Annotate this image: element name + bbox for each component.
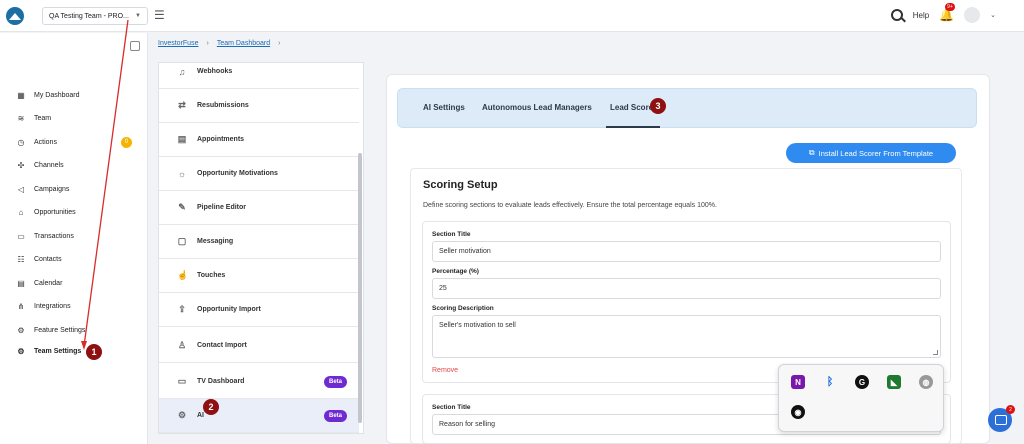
install-template-button[interactable]: ⧉ Install Lead Scorer From Template [786, 143, 956, 163]
settings-scrollbar[interactable] [358, 153, 362, 423]
settings-item-messaging[interactable]: ▢ Messaging [159, 225, 359, 259]
home-icon: ⌂ [18, 207, 24, 217]
notifications-button[interactable]: 🔔 9+ [939, 3, 955, 22]
layers-icon: ≋ [17, 113, 25, 123]
settings-item-appointments[interactable]: ▤ Appointments [159, 123, 359, 157]
edit-icon: ✎ [178, 202, 186, 212]
actions-count-badge: 0 [121, 136, 132, 148]
megaphone-icon: ◁ [17, 184, 25, 194]
sidebar-item-team[interactable]: ≋ Team [16, 111, 140, 125]
system-tray-popup: N ᛒ G ◣ ◍ ◉ [778, 364, 944, 432]
network-icon[interactable]: ◍ [919, 375, 933, 389]
annotation-marker-2: 2 [203, 399, 219, 415]
app-icon[interactable]: ◉ [791, 405, 805, 419]
top-bar: QA Testing Team - PRO... ▼ ☰ Help 🔔 9+ ⌄ [0, 0, 1024, 32]
sliders-icon: ⚙ [17, 325, 25, 335]
section-title-label: Section Title [432, 404, 471, 411]
percentage-label: Percentage (%) [432, 268, 479, 275]
sidebar-item-campaigns[interactable]: ◁ Campaigns [16, 182, 140, 196]
scoring-description-label: Scoring Description [432, 305, 494, 312]
active-tab-indicator [606, 126, 660, 128]
settings-item-resubmissions[interactable]: ⇄ Resubmissions [159, 89, 359, 123]
search-icon[interactable] [890, 9, 903, 21]
scoring-title: Scoring Setup [423, 179, 498, 191]
bulb-icon: ☼ [177, 168, 187, 179]
onenote-icon[interactable]: N [791, 375, 805, 389]
section-title-label: Section Title [432, 231, 471, 238]
gear-icon: ⚙ [17, 346, 25, 356]
settings-item-tv-dashboard[interactable]: ▭ TV Dashboard Beta [159, 365, 359, 399]
notification-badge: 9+ [945, 3, 955, 11]
calendar-icon: ▤ [17, 278, 25, 288]
sidebar-item-contacts[interactable]: ☷ Contacts [16, 252, 140, 266]
check-circle-icon: ◷ [17, 137, 25, 147]
percentage-input[interactable]: 25 [432, 278, 941, 299]
resize-handle-icon[interactable] [933, 350, 938, 355]
section-title-input[interactable]: Seller motivation [432, 241, 941, 262]
chevron-down-icon: ▼ [135, 13, 141, 19]
settings-menu: ♫ Webhooks ⇄ Resubmissions ▤ Appointments ☼… [158, 62, 364, 434]
hand-icon: ☝ [177, 270, 189, 280]
copy-icon: ⧉ [808, 148, 815, 157]
chevron-down-icon[interactable]: ⌄ [990, 11, 996, 19]
team-select-value: QA Testing Team - PRO... [49, 12, 129, 20]
scoring-description-textarea[interactable]: Seller's motivation to sell [432, 315, 941, 358]
remove-section-link[interactable]: Remove [432, 367, 458, 374]
sidebar-item-opportunities[interactable]: ⌂ Opportunities [16, 205, 140, 219]
nvidia-icon[interactable]: ◣ [887, 375, 901, 389]
arrows-icon: ⇄ [178, 100, 186, 110]
settings-item-touches[interactable]: ☝ Touches [159, 259, 359, 293]
sidebar-item-feature-settings[interactable]: ⚙ Feature Settings [16, 323, 140, 337]
annotation-marker-1: 1 [86, 344, 102, 360]
settings-item-contact-import[interactable]: ♙ Contact Import [159, 329, 359, 363]
app-logo[interactable] [6, 7, 24, 25]
bluetooth-icon[interactable]: ᛒ [823, 375, 837, 389]
tv-icon: ▭ [177, 376, 187, 386]
breadcrumb-team-dashboard[interactable]: Team Dashboard [217, 40, 270, 47]
puzzle-icon: ✣ [17, 160, 25, 170]
breadcrumb-investorfuse[interactable]: InvestorFuse [158, 40, 198, 47]
avatar[interactable] [964, 7, 981, 23]
chat-badge: 2 [1006, 405, 1015, 414]
sidebar-item-integrations[interactable]: ⋔ Integrations [16, 299, 140, 313]
sidebar-item-channels[interactable]: ✣ Channels [16, 158, 140, 172]
menu-icon[interactable]: ☰ [154, 8, 165, 22]
shield-clock-icon[interactable] [130, 41, 140, 51]
sidebar-item-team-settings[interactable]: ⚙ Team Settings [16, 344, 140, 358]
settings-item-webhooks[interactable]: ♫ Webhooks [159, 63, 359, 89]
top-right-controls: Help 🔔 9+ ⌄ [890, 3, 996, 23]
beta-badge: Beta [323, 409, 347, 422]
team-select[interactable]: QA Testing Team - PRO... ▼ [42, 7, 148, 25]
grammarly-icon[interactable]: G [855, 375, 869, 389]
network-icon: ⋔ [17, 301, 25, 311]
chat-button[interactable]: 2 [988, 405, 1015, 432]
upload-icon: ⇪ [178, 304, 186, 314]
chat-icon: ▢ [177, 236, 187, 246]
beta-badge: Beta [323, 375, 347, 388]
chevron-right-icon: › [278, 40, 281, 47]
users-icon: ☷ [17, 254, 25, 264]
breadcrumb: InvestorFuse › Team Dashboard › [158, 40, 280, 47]
annotation-marker-3: 3 [650, 98, 666, 114]
help-link[interactable]: Help [913, 11, 929, 20]
sidebar-item-actions[interactable]: ◷ Actions 0 [16, 135, 140, 149]
settings-item-pipeline-editor[interactable]: ✎ Pipeline Editor [159, 191, 359, 225]
settings-item-opportunity-motivations[interactable]: ☼ Opportunity Motivations [159, 157, 359, 191]
sidebar-item-my-dashboard[interactable]: ▦ My Dashboard [16, 88, 140, 102]
sidebar-item-calendar[interactable]: ▤ Calendar [16, 276, 140, 290]
tab-ai-settings[interactable]: AI Settings [423, 103, 465, 112]
settings-item-opportunity-import[interactable]: ⇪ Opportunity Import [159, 293, 359, 327]
tab-autonomous-lead-managers[interactable]: Autonomous Lead Managers [482, 103, 592, 112]
card-icon: ▭ [17, 231, 25, 241]
settings-item-ai[interactable]: ⚙ AI Beta [159, 399, 359, 433]
user-plus-icon: ♙ [177, 340, 187, 350]
calendar-icon: ▤ [177, 134, 187, 144]
bell-icon: ♫ [178, 66, 186, 77]
chevron-right-icon: › [206, 40, 209, 47]
ai-icon: ⚙ [177, 410, 187, 420]
sidebar-item-transactions[interactable]: ▭ Transactions [16, 229, 140, 243]
grid-icon: ▦ [17, 90, 25, 100]
scoring-description: Define scoring sections to evaluate lead… [423, 202, 717, 209]
